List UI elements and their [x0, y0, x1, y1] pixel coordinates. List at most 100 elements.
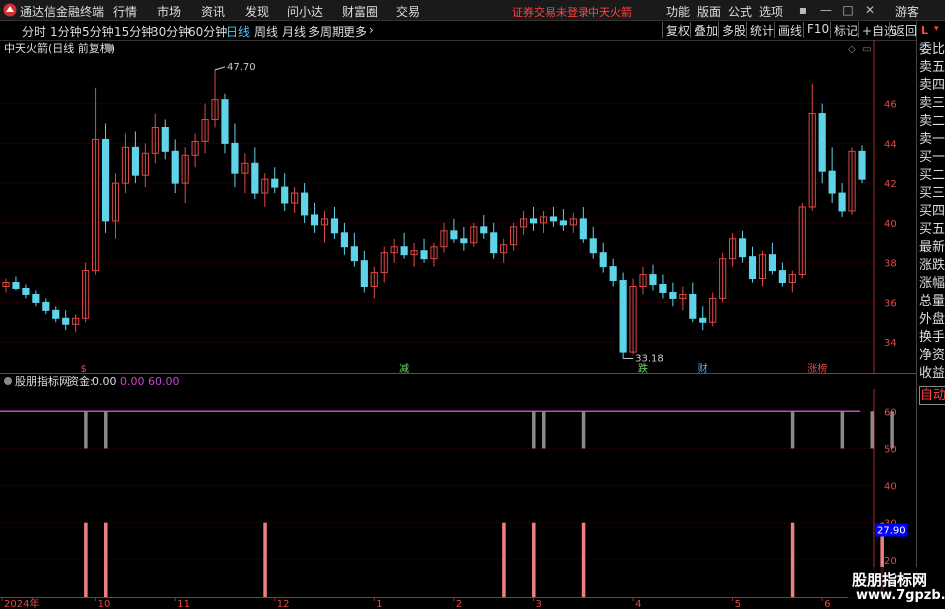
candle-body[interactable] — [738, 238, 747, 258]
candle-body[interactable] — [778, 270, 786, 284]
indicator-chart[interactable]: 2030405060 27.90 — [0, 389, 916, 597]
settings-dot-icon[interactable] — [105, 44, 113, 52]
signal-bar-gray[interactable] — [890, 411, 894, 449]
candle-body[interactable] — [619, 280, 627, 353]
mark-button[interactable]: 标记 — [830, 22, 861, 38]
candle-body[interactable] — [480, 226, 488, 234]
close-icon[interactable]: ✕ — [862, 2, 878, 18]
signal-bar-gray[interactable] — [532, 411, 536, 449]
signal-bar-pink[interactable] — [263, 522, 267, 597]
candle-body[interactable] — [62, 317, 70, 325]
auto-button[interactable]: 自动 — [919, 386, 945, 405]
candle-body[interactable] — [350, 246, 358, 262]
signal-bar-gray[interactable] — [870, 411, 874, 449]
maximize-icon[interactable]: □ — [840, 2, 856, 18]
signal-bar-gray[interactable] — [541, 411, 546, 449]
candle-body[interactable] — [838, 192, 846, 212]
candle-body[interactable] — [221, 99, 229, 144]
candle-body[interactable] — [360, 260, 368, 287]
quote-field-15[interactable]: 外盘 — [919, 311, 945, 328]
quote-field-10[interactable]: 买五 — [919, 221, 945, 238]
quote-field-8[interactable]: 买三 — [919, 185, 945, 202]
candle-body[interactable] — [828, 170, 836, 194]
period-more[interactable]: 更多 — [343, 23, 367, 40]
candle-body[interactable] — [340, 232, 349, 248]
candle-body[interactable] — [649, 274, 657, 286]
signal-bar-pink[interactable] — [84, 522, 88, 597]
period-60min[interactable]: 60分钟 — [188, 23, 227, 40]
period-daily[interactable]: 日线 — [226, 23, 250, 40]
multi-stock-button[interactable]: 多股 — [718, 22, 749, 38]
draw-line-button[interactable]: 画线 — [774, 22, 805, 38]
statistics-button[interactable]: 统计 — [746, 22, 777, 38]
quote-field-5[interactable]: 卖一 — [919, 131, 945, 148]
candle-body[interactable] — [101, 138, 110, 222]
signal-bar-gray[interactable] — [840, 411, 845, 449]
candle-body[interactable] — [161, 126, 169, 152]
user-label[interactable]: 游客 — [895, 3, 919, 20]
f10-button[interactable]: F10 — [803, 22, 832, 38]
login-warning[interactable]: 证券交易未登录 — [512, 4, 589, 20]
candle-body[interactable] — [171, 150, 179, 184]
candle-body[interactable] — [251, 162, 259, 194]
indicator-name[interactable]: 股朋指标网 — [15, 374, 70, 388]
minimize-icon[interactable]: — — [818, 2, 834, 18]
menu-layout[interactable]: 版面 — [697, 3, 721, 20]
menu-wealth-circle[interactable]: 财富圈 — [342, 3, 378, 20]
quote-field-4[interactable]: 卖二 — [919, 113, 945, 130]
quote-field-6[interactable]: 买一 — [919, 149, 945, 166]
quote-field-11[interactable]: 最新 — [919, 239, 945, 256]
candle-body[interactable] — [768, 254, 777, 272]
event-marker[interactable]: 财 — [698, 362, 708, 373]
period-30min[interactable]: 30分钟 — [151, 23, 190, 40]
quote-field-3[interactable]: 卖三 — [919, 95, 945, 112]
signal-bar-pink[interactable] — [790, 522, 795, 597]
signal-bar-gray[interactable] — [104, 411, 108, 449]
candle-body[interactable] — [699, 317, 707, 323]
signal-bar-pink[interactable] — [532, 522, 536, 597]
menu-trade[interactable]: 交易 — [396, 3, 420, 20]
candle-body[interactable] — [32, 293, 40, 303]
candle-body[interactable] — [579, 218, 587, 240]
signal-bar-gray[interactable] — [790, 411, 795, 449]
candle-body[interactable] — [131, 146, 139, 176]
menu-quotes[interactable]: 行情 — [113, 3, 137, 20]
overlay-button[interactable]: 叠加 — [690, 22, 721, 38]
collapse-icon[interactable]: ▭ — [862, 44, 871, 55]
menu-news[interactable]: 资讯 — [201, 3, 225, 20]
candle-body[interactable] — [281, 186, 289, 204]
candle-body[interactable] — [271, 178, 279, 188]
menu-ask[interactable]: 问小达 — [287, 3, 323, 20]
candle-body[interactable] — [301, 192, 309, 216]
candle-body[interactable] — [450, 230, 458, 240]
quote-field-2[interactable]: 卖四 — [919, 77, 945, 94]
candlestick-chart[interactable]: 34363840424446 $ 减跌财涨榜 47.70 33.18 中天火箭(日… — [0, 40, 916, 373]
period-weekly[interactable]: 周线 — [254, 23, 278, 40]
candle-body[interactable] — [689, 293, 697, 319]
diamond-icon[interactable]: ◇ — [848, 44, 856, 55]
skin-icon[interactable]: ▪ — [795, 2, 811, 18]
period-1min[interactable]: 1分钟 — [50, 23, 82, 40]
candle-body[interactable] — [42, 301, 50, 311]
candle-body[interactable] — [52, 309, 60, 319]
event-marker[interactable]: $ — [81, 364, 87, 373]
dropdown-icon[interactable]: ▾ — [934, 24, 939, 34]
menu-functions[interactable]: 功能 — [666, 3, 690, 20]
quote-field-1[interactable]: 卖五 — [919, 59, 945, 76]
quote-field-18[interactable]: 收益 — [919, 365, 945, 382]
candle-body[interactable] — [330, 218, 339, 234]
candle-body[interactable] — [310, 214, 319, 226]
event-marker[interactable]: 减 — [399, 363, 409, 373]
adjust-button[interactable]: 复权 — [662, 22, 693, 38]
period-minute[interactable]: 分时 — [22, 23, 46, 40]
period-multi[interactable]: 多周期 — [308, 23, 344, 40]
period-monthly[interactable]: 月线 — [282, 23, 306, 40]
candle-body[interactable] — [818, 113, 826, 172]
signal-bar-pink[interactable] — [581, 522, 586, 597]
candle-body[interactable] — [460, 238, 468, 244]
candle-body[interactable] — [12, 282, 20, 289]
candle-body[interactable] — [22, 287, 30, 295]
indicator-settings-icon[interactable] — [4, 377, 12, 385]
quote-field-0[interactable]: 委比 — [919, 41, 945, 58]
candle-body[interactable] — [858, 150, 866, 180]
